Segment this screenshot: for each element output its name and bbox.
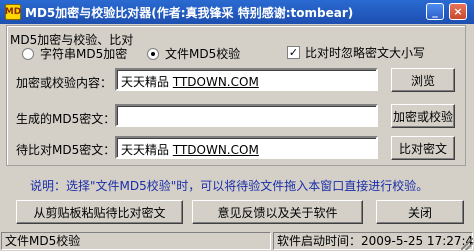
title-bar[interactable]: MD MD5加密与校验比对器(作者:真我锋采 特别感谢:tombear) _ × xyxy=(0,0,474,24)
ignore-case-checkbox[interactable]: ✓ 比对时忽略密文大小写 xyxy=(287,44,425,61)
generated-md5-field[interactable] xyxy=(115,104,378,127)
compare-md5-link: TTDOWN.COM xyxy=(172,143,259,157)
input-content-label: 加密或校验内容： xyxy=(16,76,113,90)
window-title: MD5加密与校验比对器(作者:真我锋采 特别感谢:tombear) xyxy=(25,5,354,20)
radio-string-label: 字符串MD5加密 xyxy=(40,47,128,61)
input-content-link: TTDOWN.COM xyxy=(172,75,259,89)
checkbox-indicator[interactable]: ✓ xyxy=(287,46,300,59)
compare-button[interactable]: 比对密文 xyxy=(391,136,455,160)
main-window: MD MD5加密与校验比对器(作者:真我锋采 特别感谢:tombear) _ ×… xyxy=(0,0,474,251)
input-content-field[interactable]: 天天精品 TTDOWN.COM xyxy=(115,68,378,91)
status-start-time: 软件启动时间：2009-5-25 17:27:44 xyxy=(273,232,474,250)
radio-string-indicator[interactable] xyxy=(22,47,34,60)
radio-file-label: 文件MD5校验 xyxy=(165,47,241,61)
compare-md5-text: 天天精品 xyxy=(121,143,173,157)
browse-button[interactable]: 浏览 xyxy=(391,68,455,92)
ignore-case-label: 比对时忽略密文大小写 xyxy=(305,46,426,60)
encrypt-verify-button[interactable]: 加密或校验 xyxy=(391,104,455,128)
input-content-text: 天天精品 xyxy=(121,75,173,89)
start-time-label: 软件启动时间： xyxy=(277,234,362,248)
radio-file-indicator[interactable] xyxy=(147,47,159,60)
close-window-button[interactable]: × xyxy=(449,3,467,20)
status-bar: 文件MD5校验 软件启动时间：2009-5-25 17:27:44 xyxy=(0,231,474,251)
start-time-value: 2009-5-25 17:27:44 xyxy=(361,234,474,248)
compare-md5-field[interactable]: 天天精品 TTDOWN.COM xyxy=(115,136,378,159)
generated-md5-label: 生成的MD5密文： xyxy=(16,112,116,126)
compare-md5-label: 待比对MD5密文： xyxy=(16,143,116,157)
minimize-button[interactable]: _ xyxy=(426,3,444,20)
app-icon: MD xyxy=(5,4,21,20)
resize-grip[interactable] xyxy=(461,238,473,250)
radio-string-md5[interactable]: 字符串MD5加密 xyxy=(22,45,127,62)
usage-note: 说明：选择"文件MD5校验"时，可以将待验文件拖入本窗口直接进行校验。 xyxy=(30,179,429,193)
radio-file-md5[interactable]: 文件MD5校验 xyxy=(147,45,240,62)
close-button[interactable]: 关闭 xyxy=(376,200,464,224)
paste-clipboard-button[interactable]: 从剪贴板粘贴待比对密文 xyxy=(16,200,183,224)
status-mode: 文件MD5校验 xyxy=(1,232,271,250)
feedback-about-button[interactable]: 意见反馈以及关于软件 xyxy=(192,200,363,224)
